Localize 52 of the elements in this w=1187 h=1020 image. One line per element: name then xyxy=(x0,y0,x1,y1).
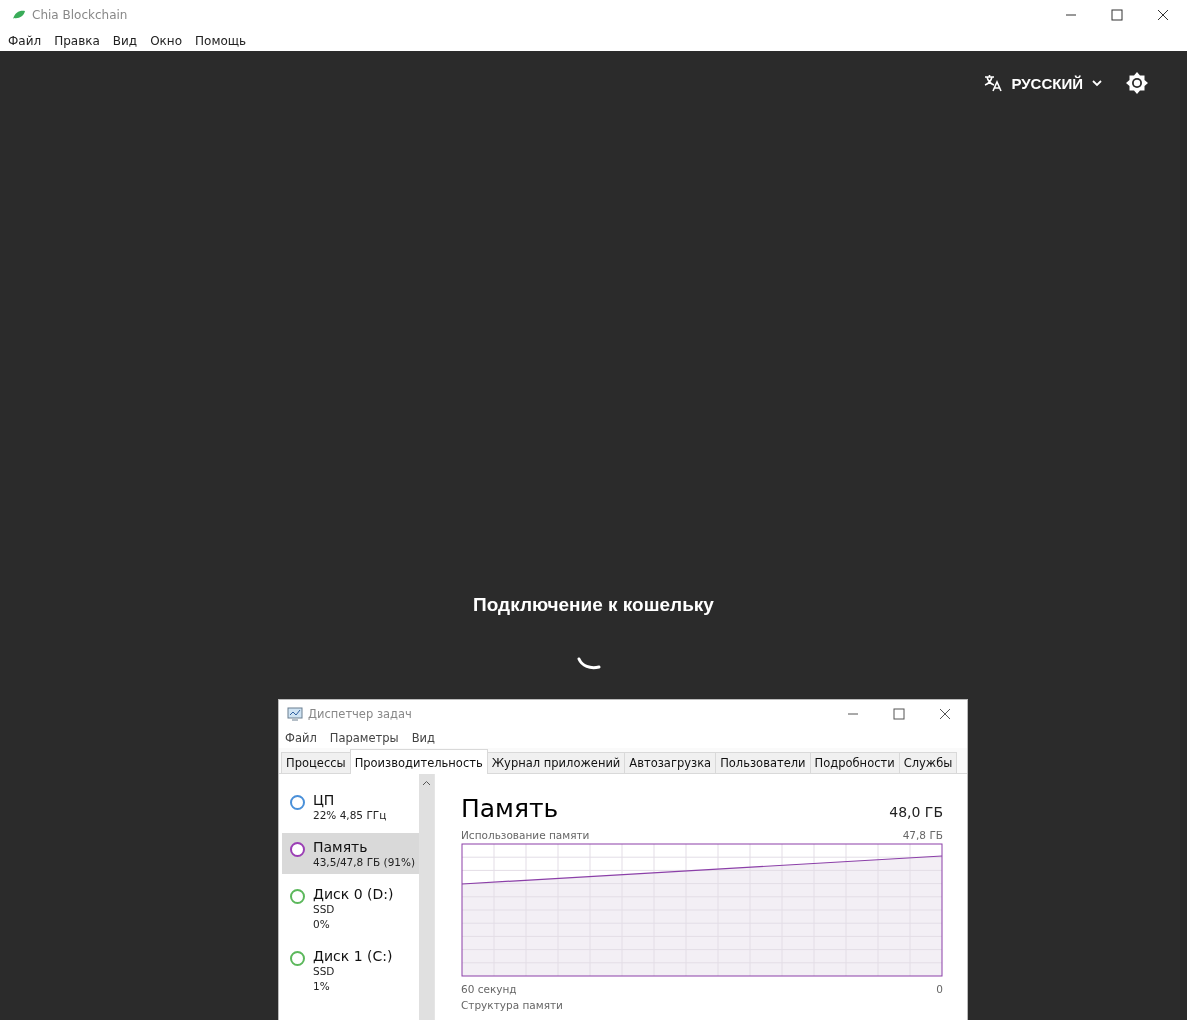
resource-name: Диск 0 (D:) xyxy=(313,886,394,902)
menu-item[interactable]: Параметры xyxy=(329,731,399,745)
section-title: Структура памяти xyxy=(461,999,563,1011)
resource-detail: 1% xyxy=(313,979,331,994)
resource-detail: 0% xyxy=(313,917,331,932)
graph-max-label: 47,8 ГБ xyxy=(902,829,943,841)
chevron-down-icon xyxy=(1091,79,1103,87)
window-title: Диспетчер задач xyxy=(308,707,412,721)
menu-item[interactable]: Помощь xyxy=(195,33,247,48)
window-title: Chia Blockchain xyxy=(32,8,128,22)
resource-item[interactable]: Диск 0 (D:) SSD 0% xyxy=(282,880,419,936)
resource-detail: 22% 4,85 ГГц xyxy=(313,808,387,823)
resource-detail: SSD xyxy=(313,964,336,979)
menu-item[interactable]: Вид xyxy=(411,731,435,745)
language-button[interactable]: РУССКИЙ xyxy=(979,69,1107,97)
graph-label: Использование памяти xyxy=(461,829,590,841)
menu-item[interactable]: Правка xyxy=(54,33,100,48)
tab[interactable]: Подробности xyxy=(809,752,900,773)
resource-name: ЦП xyxy=(313,792,336,808)
translate-icon xyxy=(983,73,1004,93)
resource-detail: 43,5/47,8 ГБ (91%) xyxy=(313,855,416,870)
resource-item[interactable]: ЦП 22% 4,85 ГГц xyxy=(282,786,419,827)
monitor-chart-icon xyxy=(287,707,303,721)
resource-name: Диск 1 (C:) xyxy=(313,948,393,964)
total-memory: 48,0 ГБ xyxy=(889,804,943,820)
resource-detail: SSD xyxy=(313,902,336,917)
maximize-icon[interactable] xyxy=(1111,9,1123,21)
scroll-up-icon[interactable] xyxy=(422,780,431,786)
resource-item[interactable]: Диск 1 (C:) SSD 1% xyxy=(282,942,419,998)
leaf-icon xyxy=(12,10,26,20)
menu-item[interactable]: Файл xyxy=(285,731,317,745)
menu-item[interactable]: Окно xyxy=(150,33,183,48)
tab[interactable]: Автозагрузка xyxy=(624,752,717,773)
time-axis-end: 0 xyxy=(936,983,943,995)
tab[interactable]: Процессы xyxy=(281,752,351,773)
close-icon[interactable] xyxy=(939,708,951,720)
menu-item[interactable]: Вид xyxy=(112,33,138,48)
status-message: Подключение к кошельку xyxy=(473,594,714,616)
menu-item[interactable]: Файл xyxy=(8,33,42,48)
panel-title: Память xyxy=(461,794,559,823)
resource-item[interactable]: Память 43,5/47,8 ГБ (91%) xyxy=(282,833,419,874)
time-axis-start: 60 секунд xyxy=(461,983,517,995)
tab[interactable]: Журнал приложений xyxy=(486,752,626,773)
loading-spinner-icon xyxy=(575,656,602,670)
brightness-icon[interactable] xyxy=(1125,71,1149,95)
maximize-icon[interactable] xyxy=(893,708,905,720)
tab[interactable]: Службы xyxy=(898,752,958,773)
tab[interactable]: Пользователи xyxy=(715,752,811,773)
close-icon[interactable] xyxy=(1157,9,1169,21)
resource-name: Память xyxy=(313,839,369,855)
scrollbar[interactable] xyxy=(419,774,434,1020)
tab[interactable]: Производительность xyxy=(349,749,488,774)
